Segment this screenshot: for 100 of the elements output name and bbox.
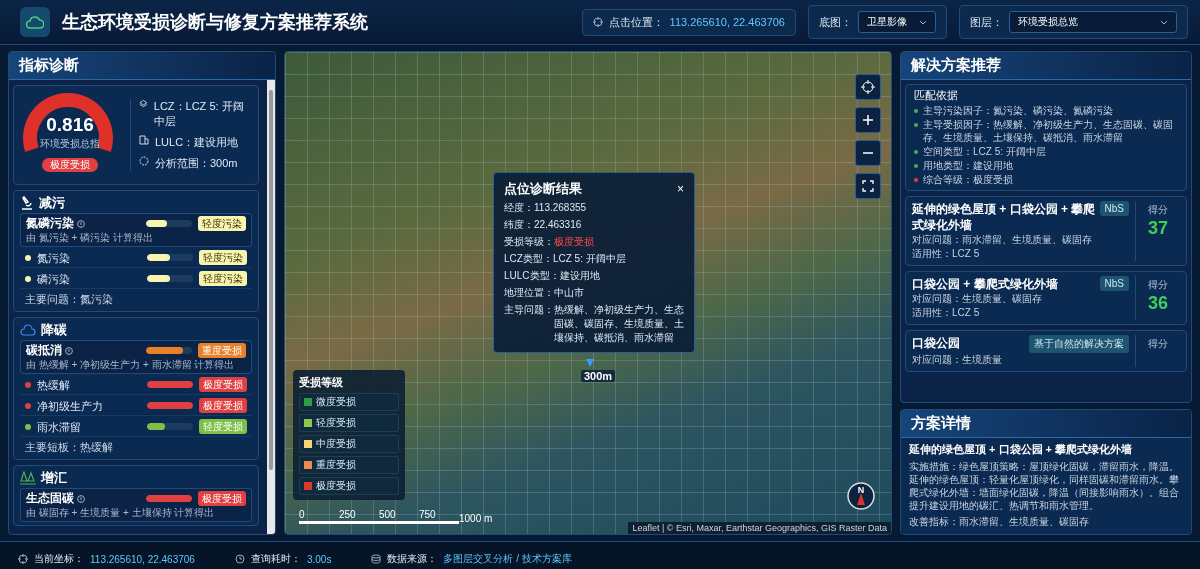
plus-icon bbox=[862, 114, 874, 126]
info-text: LCZ：LCZ 5: 开阔中层 bbox=[153, 99, 245, 129]
info-text: LULC：建设用地 bbox=[155, 135, 239, 150]
layer-label: 图层： bbox=[970, 14, 1003, 30]
locate-button[interactable] bbox=[855, 74, 881, 100]
level-bar bbox=[147, 275, 193, 282]
solution-fit: 适用性：LCZ 5 bbox=[912, 247, 981, 261]
legend-label: 轻度受损 bbox=[316, 416, 356, 430]
main-issue-text: 主要短板：热缓解 bbox=[24, 440, 114, 455]
solution-card[interactable]: 口袋公园 基于自然的解决方案 对应问题：生境质量 得分 bbox=[905, 330, 1187, 372]
cloud-icon bbox=[20, 324, 36, 336]
info-text: 分析范围：300m bbox=[155, 156, 238, 171]
detail-text: 实施措施：绿色屋顶策略：屋顶绿化固碳，滞留雨水，降温。延伸的绿色屋顶：轻量化屋顶绿化，同样固碳和滞留雨水。攀爬式绿化外墙：墙面绿化固碳，降温（间接影响雨水）。组合提升建设用地的碳汇、热调节和雨水管理。 bbox=[909, 460, 1180, 512]
solution-card[interactable]: 口袋公园 + 攀爬式绿化外墙 NbS 对应问题：生境质量、碳固存 适用性：LCZ 5 得分 36 bbox=[905, 271, 1187, 325]
scale-label: 500 bbox=[379, 509, 397, 520]
click-position-display: 点击位置： 113.265610, 22.463706 bbox=[581, 8, 796, 36]
popup-label: LCZ类型： bbox=[504, 252, 553, 266]
chevron-icon bbox=[1160, 19, 1168, 25]
score-value: 37 bbox=[1148, 217, 1168, 239]
score-label: 得分 bbox=[1148, 337, 1168, 351]
indicator-name: 净初级生产力 bbox=[37, 398, 104, 413]
level-bar bbox=[147, 381, 193, 388]
zoom-in-button[interactable] bbox=[855, 107, 881, 133]
section-title: 增汇 bbox=[41, 469, 67, 487]
severity-tag: 极度受损 bbox=[199, 377, 247, 392]
legend-label: 微度受损 bbox=[316, 395, 356, 409]
level-bar bbox=[146, 495, 192, 502]
popup-title: 点位诊断结果 bbox=[504, 180, 582, 198]
legend-title: 受损等级 bbox=[299, 375, 344, 390]
popup-label: 地理位置： bbox=[504, 286, 554, 300]
microscope-icon bbox=[20, 196, 34, 210]
crosshair-icon bbox=[592, 17, 603, 27]
level-bar bbox=[146, 220, 192, 227]
level-bar bbox=[147, 254, 193, 261]
map-attribution: Leaflet | © Esri, Maxar, Earthstar Geographics, GIS Raster Data bbox=[628, 522, 891, 534]
zoom-out-button[interactable] bbox=[855, 140, 881, 166]
calculation-note: 由 碳固存 + 生境质量 + 土壤保持 计算得出 bbox=[26, 506, 216, 519]
status-value: 多图层交叉分析 / 技术方案库 bbox=[443, 552, 572, 566]
popup-value: 建设用地 bbox=[559, 269, 601, 283]
indicator-name: 热缓解 bbox=[37, 377, 71, 392]
building-icon bbox=[139, 135, 149, 145]
scrollbar[interactable] bbox=[267, 80, 275, 534]
solution-issues: 对应问题：生境质量 bbox=[912, 353, 1003, 367]
legend-label: 中度受损 bbox=[316, 437, 356, 451]
radius-icon bbox=[139, 156, 149, 166]
score-label: 得分 bbox=[1148, 203, 1168, 217]
severity-tag: 极度受损 bbox=[198, 491, 246, 506]
popup-value: 22.463316 bbox=[534, 218, 583, 232]
indicator-name: 生态固碳 bbox=[26, 491, 74, 506]
severity-tag: 极度受损 bbox=[199, 398, 247, 413]
status-label: 当前坐标： bbox=[34, 552, 84, 566]
info-icon[interactable] bbox=[77, 219, 85, 228]
indicator-name: 磷污染 bbox=[37, 271, 71, 286]
solution-title: 口袋公园 + 攀爬式绿化外墙 bbox=[912, 276, 1058, 292]
indicator-name: 氮磷污染 bbox=[26, 216, 74, 231]
legend-label: 重度受损 bbox=[316, 458, 356, 472]
app-title: 生态环境受损诊断与修复方案推荐系统 bbox=[62, 11, 369, 34]
info-icon[interactable] bbox=[77, 494, 85, 503]
status-value: 113.265610, 22.463706 bbox=[90, 553, 195, 565]
fullscreen-button[interactable] bbox=[855, 173, 881, 199]
improvement-text: 改善指标：雨水滞留、生境质量、碳固存 bbox=[909, 515, 1090, 528]
basemap-select[interactable]: 卫星影像 bbox=[858, 11, 936, 33]
section-title: 降碳 bbox=[41, 321, 67, 339]
severity-tag: 轻度污染 bbox=[198, 216, 246, 231]
basemap-label: 底图： bbox=[819, 14, 852, 30]
scale-label: 0 bbox=[299, 509, 306, 520]
scale-label: 1000 m bbox=[459, 513, 493, 524]
basis-item: 综合等级：极度受损 bbox=[923, 173, 1013, 186]
solution-issues: 对应问题：生境质量、碳固存 bbox=[912, 292, 1043, 306]
basis-item: 用地类型：建设用地 bbox=[923, 159, 1013, 172]
crosshair-icon bbox=[18, 554, 28, 564]
status-label: 查询耗时： bbox=[250, 552, 301, 566]
close-button[interactable]: × bbox=[677, 182, 684, 196]
indicator-name: 碳抵消 bbox=[26, 343, 62, 358]
clock-icon bbox=[234, 554, 245, 564]
calculation-note: 由 氮污染 + 磷污染 计算得出 bbox=[26, 231, 154, 244]
popup-label: 受损等级： bbox=[504, 235, 554, 249]
popup-value: 中山市 bbox=[554, 286, 585, 300]
chevron-icon bbox=[919, 19, 927, 25]
legend-label: 极度受损 bbox=[316, 479, 356, 493]
solution-card[interactable]: 延伸的绿色屋顶 + 口袋公园 + 攀爬式绿化外墙 NbS 对应问题：雨水滞留、生境质量、碳固存 适用性：LCZ 5 得分 37 bbox=[905, 196, 1187, 266]
severity-tag: 轻度受损 bbox=[199, 419, 247, 434]
compass-icon: N bbox=[847, 482, 875, 510]
basis-title: 匹配依据 bbox=[914, 89, 959, 102]
location-pin-icon bbox=[585, 358, 595, 368]
score-label: 得分 bbox=[1148, 278, 1168, 292]
severity-tag: 轻度污染 bbox=[199, 250, 247, 265]
layer-select[interactable]: 环境受损总览 bbox=[1009, 11, 1177, 33]
info-icon[interactable] bbox=[65, 346, 73, 355]
popup-label: LULC类型： bbox=[504, 269, 560, 283]
solution-tag: NbS bbox=[1099, 201, 1129, 216]
severity-tag: 重度受损 bbox=[198, 343, 246, 358]
gauge-value: 0.816 bbox=[45, 114, 95, 136]
basis-item: 空间类型：LCZ 5: 开阔中层 bbox=[923, 145, 1046, 158]
fullscreen-icon bbox=[862, 180, 874, 192]
radius-label: 300m bbox=[581, 370, 616, 382]
scale-label: 250 bbox=[339, 509, 357, 520]
indicator-name: 氮污染 bbox=[37, 250, 71, 265]
popup-label: 主导问题： bbox=[504, 303, 554, 317]
section-title: 减污 bbox=[39, 194, 65, 212]
